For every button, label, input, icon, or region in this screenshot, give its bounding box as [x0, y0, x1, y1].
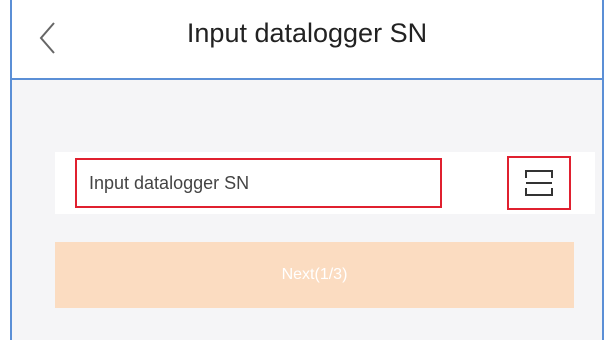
scan-button[interactable] — [507, 156, 571, 210]
page-title: Input datalogger SN — [186, 18, 428, 48]
app-frame: Input datalogger SN Next(1/3) — [10, 0, 604, 340]
scan-frame-icon — [525, 170, 553, 196]
header-bar: Input datalogger SN — [12, 0, 602, 80]
sn-input-row — [55, 152, 595, 214]
datalogger-sn-input[interactable] — [75, 158, 442, 208]
next-button[interactable]: Next(1/3) — [55, 242, 574, 308]
